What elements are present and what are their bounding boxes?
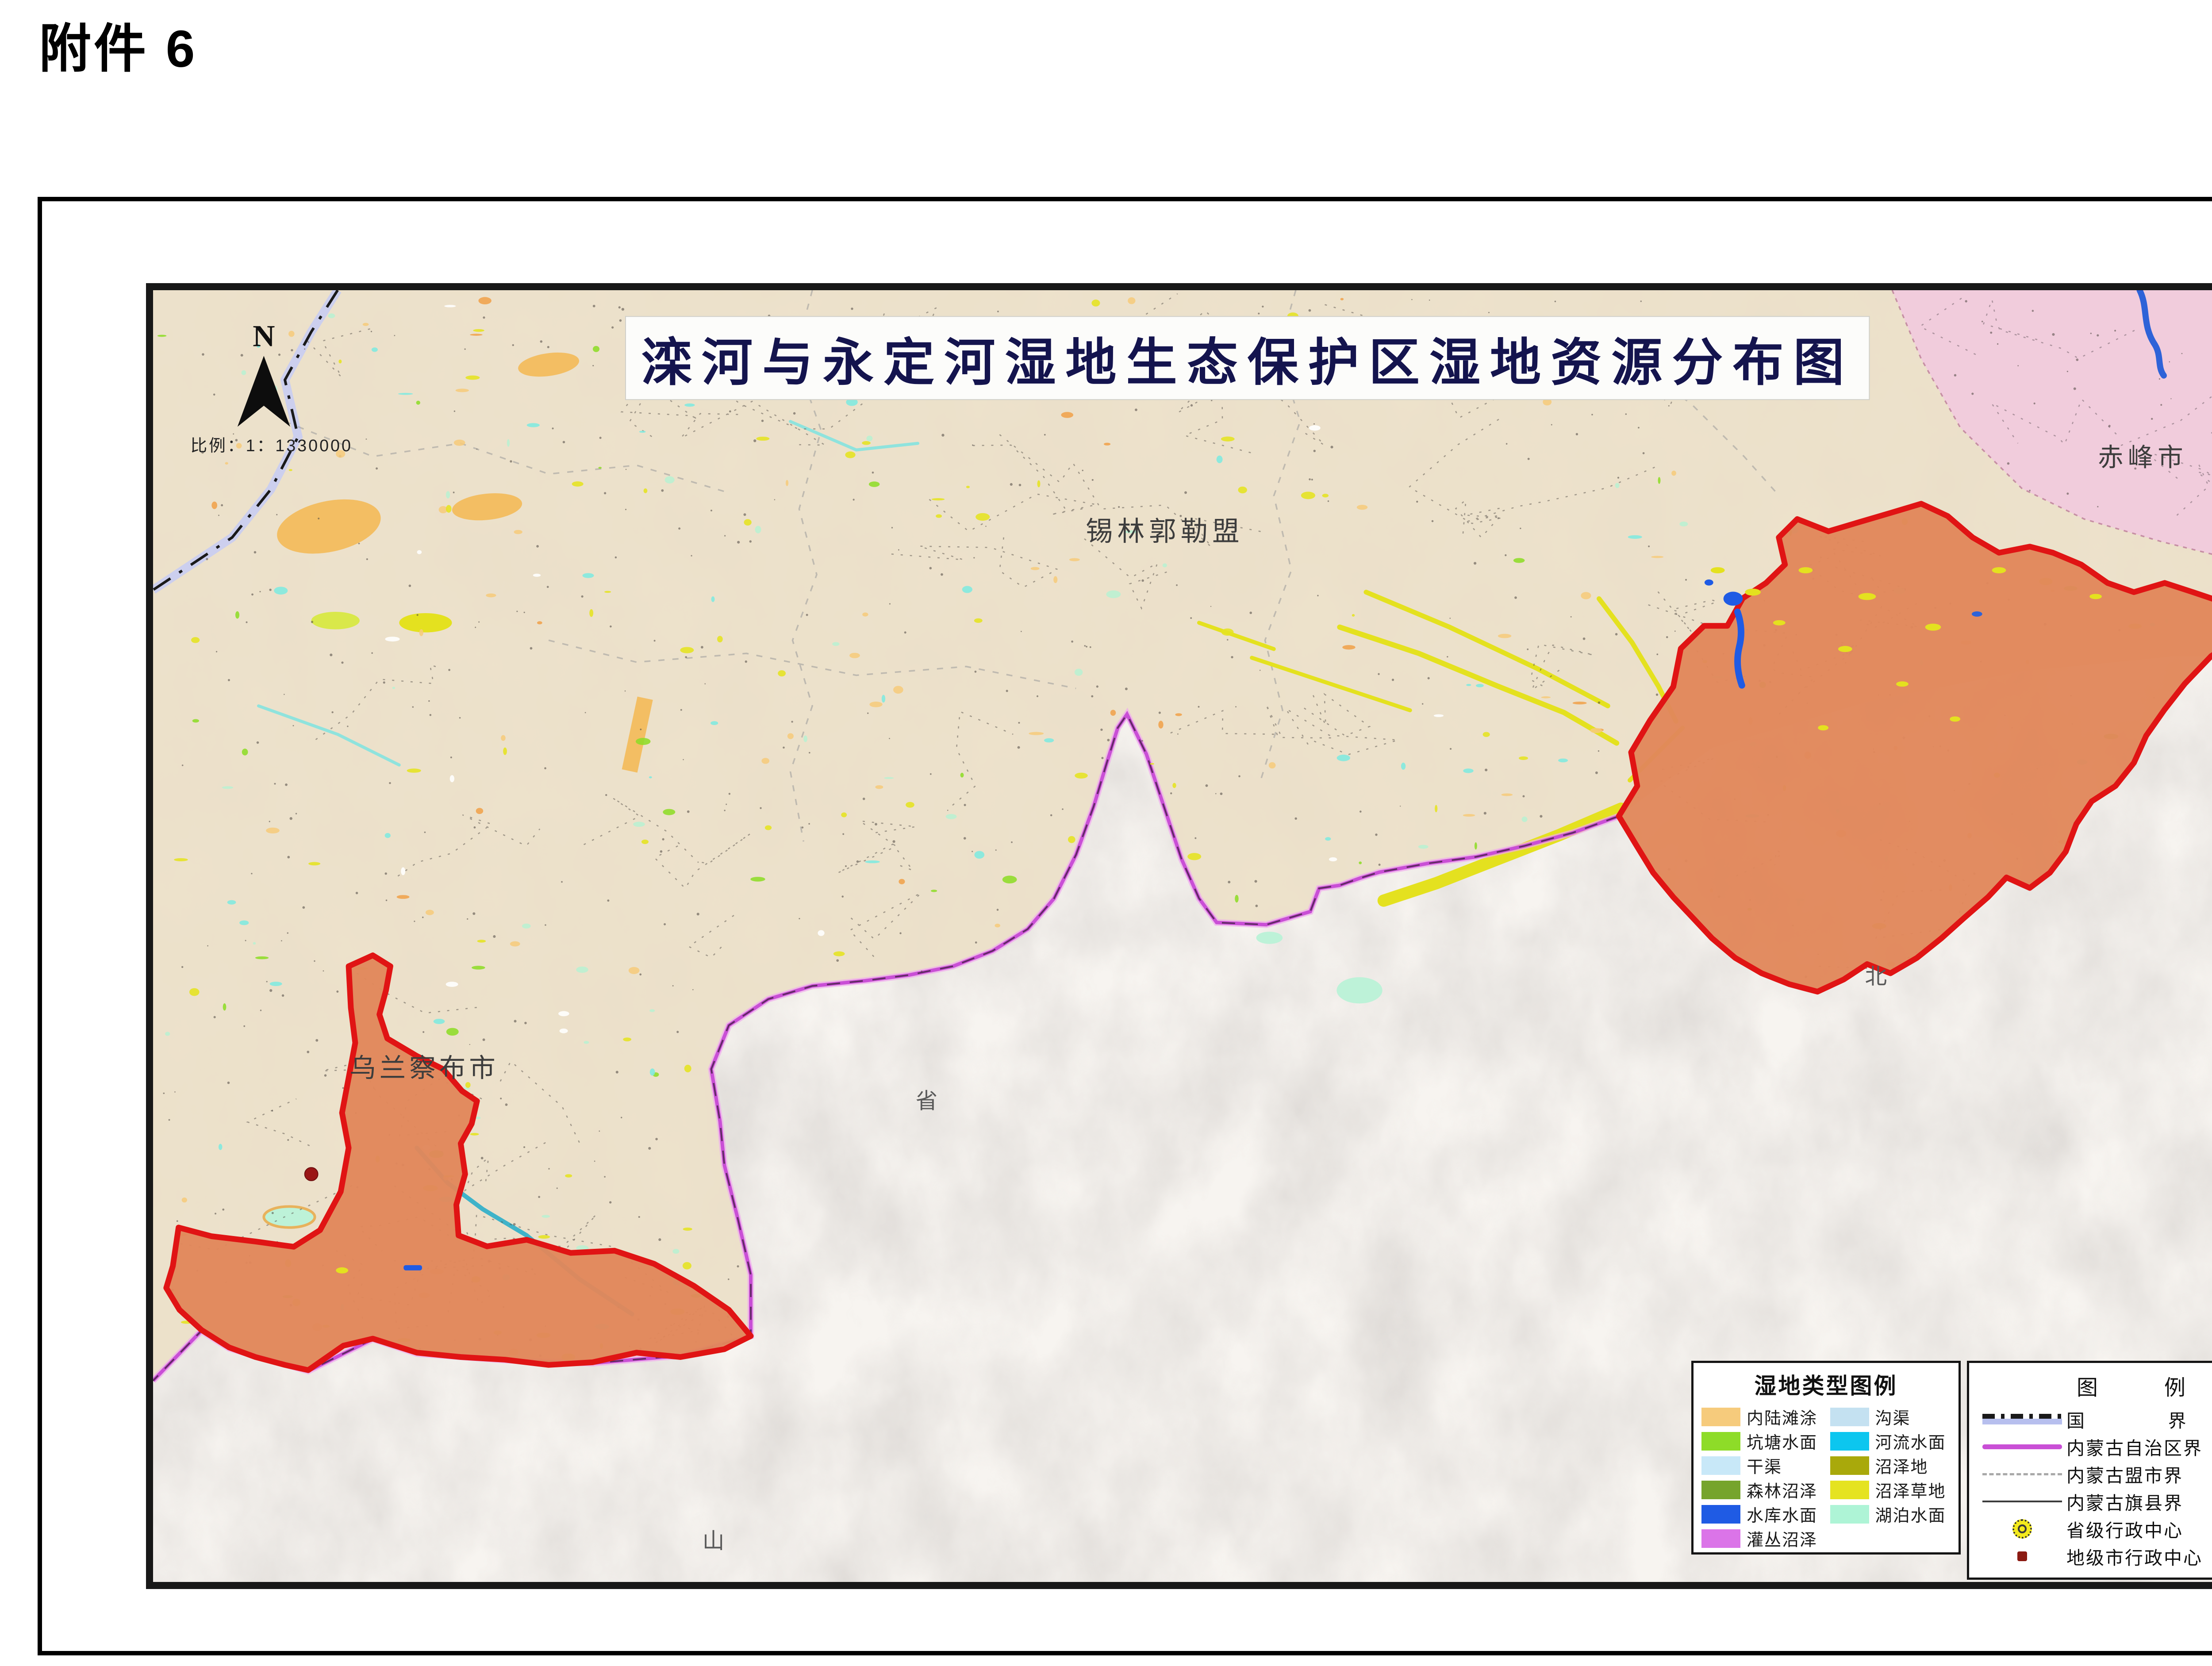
legend-item: 沟渠 [1830,1405,1951,1429]
legend-item: 干渠 [1701,1453,1822,1478]
national-boundary-icon [1978,1414,2066,1424]
legend-item: 湖泊水面 [1830,1502,1951,1526]
province-capital-icon [1978,1519,2066,1539]
label-xilingol-league: 锡林郭勒盟 [1086,517,1244,547]
legend-item: 内蒙古盟市界 [1978,1460,2212,1488]
label-province-partial: 省 [916,1089,938,1113]
general-legend: 图例 国界 内蒙古自治区界 内蒙古盟市界 内蒙古旗县界 省级行政 [1967,1361,2212,1580]
legend-item: 坑塘水面 [1701,1429,1822,1453]
legend-item: 森林沼泽 [1701,1478,1822,1502]
swatch-dry-canal-icon [1701,1456,1740,1475]
swatch-lake-water-icon [1830,1505,1869,1524]
city-center-marker-ulanqab [305,1167,318,1181]
map-title-banner: 滦河与永定河湿地生态保护区湿地资源分布图 [626,316,1869,399]
map-canvas: 滦河与永定河湿地生态保护区湿地资源分布图 N 比例：1：1330000 锡林郭勒… [146,283,2212,1589]
legend-item: 内蒙古旗县界 [1978,1488,2212,1515]
legend-item: 沼泽草地 [1830,1478,1951,1502]
province-boundary-icon [1978,1444,2066,1449]
wetland-legend-title: 湿地类型图例 [1701,1368,1951,1400]
attachment-number-label: 附件 6 [39,6,197,82]
legend-item: 内蒙古自治区界 [1978,1433,2212,1460]
legend-item: 河流水面 [1830,1429,1951,1453]
legend-item: 内陆滩涂 [1701,1405,1822,1429]
label-hebei-partial: 北 [1865,964,1887,989]
wetland-legend-grid: 内陆滩涂 坑塘水面 干渠 森林沼泽 水库水面 灌丛沼泽 沟渠 河流水面 沼泽地 … [1701,1405,1951,1537]
swatch-marsh-meadow-icon [1830,1481,1869,1499]
label-ulanqab-city: 乌兰察布市 [349,1054,499,1083]
league-boundary-icon [1978,1473,2066,1475]
swatch-river-water-icon [1830,1432,1869,1451]
swatch-forest-swamp-icon [1701,1481,1740,1499]
map-scale-text: 比例：1：1330000 [190,436,353,455]
legend-item: 省级行政中心 [1978,1515,2212,1543]
legend-item: 沼泽地 [1830,1453,1951,1478]
label-shanxi-partial: 山 [703,1529,725,1553]
north-arrow-n-label: N [253,319,275,353]
swatch-reservoir-icon [1701,1505,1740,1524]
legend-item: 水库水面 [1701,1502,1822,1526]
general-legend-title: 图例 [1978,1370,2212,1401]
swatch-shrub-swamp-icon [1701,1529,1740,1548]
label-chifeng-city: 赤峰市 [2098,444,2188,472]
county-boundary-icon [1978,1501,2066,1502]
swatch-ditch-icon [1830,1408,1869,1426]
swatch-marshland-icon [1830,1456,1869,1475]
wetland-type-legend: 湿地类型图例 内陆滩涂 坑塘水面 干渠 森林沼泽 水库水面 灌丛沼泽 沟渠 河流… [1691,1361,1961,1555]
legend-item: 地级市行政中心 [1978,1543,2212,1570]
legend-item: 灌丛沼泽 [1701,1526,1822,1551]
map-title: 滦河与永定河湿地生态保护区湿地资源分布图 [641,335,1854,391]
swatch-inland-flat-icon [1701,1408,1740,1426]
legend-item: 国界 [1978,1405,2212,1433]
city-center-icon [1978,1551,2066,1561]
swatch-pond-water-icon [1701,1432,1740,1451]
attachment-page: 附件 6 [0,0,2212,1666]
